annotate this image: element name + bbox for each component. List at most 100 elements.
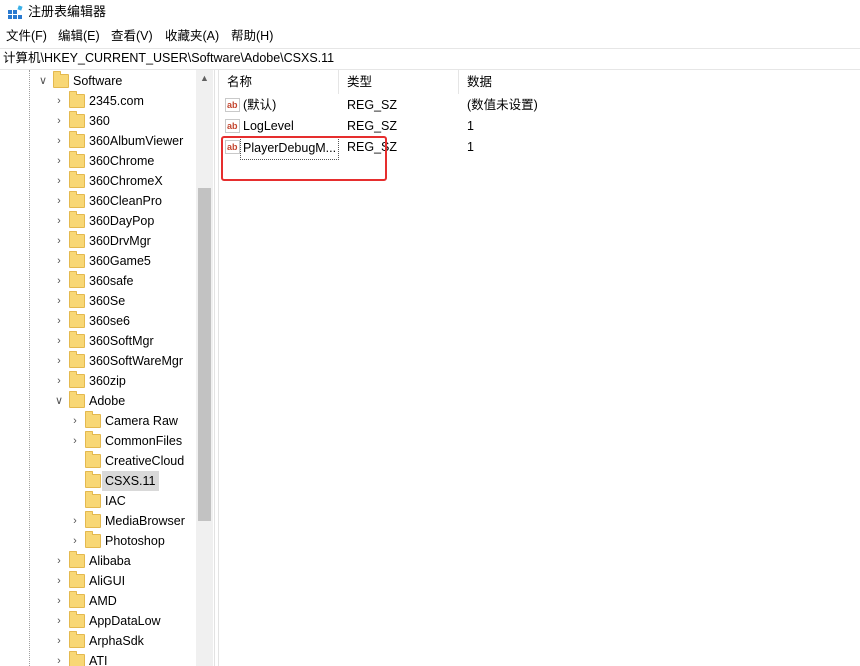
tree-node[interactable]: › 360Chrome [53,151,196,171]
folder-icon [69,591,85,608]
tree-node-label: ArphaSdk [89,634,144,648]
tree-node[interactable]: ∨ Adobe [53,391,196,411]
folder-icon [69,331,85,348]
tree-node-label: AppDataLow [89,614,161,628]
chevron-right-icon[interactable]: › [53,251,65,271]
folder-icon [69,211,85,228]
menu-favorites[interactable]: 收藏夹(A) [165,29,219,44]
chevron-right-icon[interactable]: › [53,151,65,171]
column-header-name[interactable]: 名称 [219,70,339,94]
tree-node[interactable]: › Alibaba [53,551,196,571]
tree-node[interactable]: › 360DrvMgr [53,231,196,251]
menu-edit[interactable]: 编辑(E) [58,29,100,44]
chevron-right-icon[interactable]: › [69,411,81,431]
tree-node[interactable]: › 360se6 [53,311,196,331]
chevron-right-icon[interactable]: › [53,351,65,371]
tree-node[interactable]: › 360zip [53,371,196,391]
tree-node[interactable]: › 360AlbumViewer [53,131,196,151]
folder-icon [69,631,85,648]
address-path[interactable]: 计算机\HKEY_CURRENT_USER\Software\Adobe\CSX… [3,51,334,66]
menu-bar: 文件(F) 编辑(E) 查看(V) 收藏夹(A) 帮助(H) [0,26,860,47]
chevron-right-icon[interactable]: › [53,651,65,666]
chevron-right-icon[interactable]: › [53,371,65,391]
chevron-right-icon[interactable]: › [53,311,65,331]
tree-node[interactable]: › MediaBrowser [69,511,196,531]
tree-node[interactable]: › Photoshop [69,531,196,551]
tree-node[interactable]: › ArphaSdk [53,631,196,651]
chevron-right-icon[interactable]: › [69,431,81,451]
tree-node[interactable]: IAC [69,491,196,511]
chevron-right-icon[interactable]: › [53,171,65,191]
chevron-right-icon[interactable]: › [53,591,65,611]
folder-icon [69,651,85,666]
chevron-right-icon[interactable]: › [53,331,65,351]
tree-node[interactable]: › AMD [53,591,196,611]
chevron-right-icon[interactable]: › [53,231,65,251]
chevron-right-icon[interactable]: › [53,551,65,571]
tree-node[interactable]: › 360SoftWareMgr [53,351,196,371]
folder-icon [69,191,85,208]
value-data: (数值未设置) [467,98,538,112]
tree-node[interactable]: › AppDataLow [53,611,196,631]
chevron-right-icon[interactable]: › [53,631,65,651]
string-value-icon: ab [225,119,240,133]
tree-node[interactable]: › 360 [53,111,196,131]
chevron-right-icon[interactable]: › [69,531,81,551]
tree-node-label: 360CleanPro [89,194,162,208]
address-bar[interactable]: 计算机\HKEY_CURRENT_USER\Software\Adobe\CSX… [0,48,860,70]
chevron-right-icon[interactable]: › [53,111,65,131]
tree-node[interactable]: › 2345.com [53,91,196,111]
chevron-right-icon[interactable]: › [53,271,65,291]
tree-node[interactable]: › CommonFiles [69,431,196,451]
value-row[interactable]: ab (默认) REG_SZ (数值未设置) [219,95,860,116]
tree-node[interactable]: › 360safe [53,271,196,291]
folder-icon [85,511,101,528]
folder-icon [69,111,85,128]
tree-node[interactable]: › 360Se [53,291,196,311]
chevron-right-icon[interactable]: › [53,291,65,311]
menu-view[interactable]: 查看(V) [111,29,153,44]
tree-node[interactable]: CreativeCloud [69,451,196,471]
tree-node-label: 360DayPop [89,214,155,228]
tree-guide-line [29,70,30,666]
tree-node[interactable]: › 360ChromeX [53,171,196,191]
chevron-right-icon[interactable]: › [53,211,65,231]
folder-icon [69,91,85,108]
column-header-data[interactable]: 数据 [459,70,619,94]
value-type: REG_SZ [347,119,398,133]
chevron-right-icon[interactable]: › [53,611,65,631]
menu-help[interactable]: 帮助(H) [231,29,273,44]
tree-node-label: Software [73,74,123,88]
tree-node[interactable]: › Camera Raw [69,411,196,431]
scroll-up-arrow-icon[interactable]: ▲ [196,70,213,87]
tree-node[interactable]: ∨ Software [37,71,196,91]
tree-node[interactable]: › ATI [53,651,196,666]
scroll-thumb[interactable] [198,188,211,521]
tree-node-label: AliGUI [89,574,126,588]
tree-node[interactable]: › 360CleanPro [53,191,196,211]
tree-node-label: 360SoftMgr [89,334,154,348]
tree-node-label: CreativeCloud [105,454,185,468]
tree-node[interactable]: › 360Game5 [53,251,196,271]
tree-pane[interactable]: ∨ Software › 2345.com › 360 › 360AlbumViewer › 36… [0,70,214,666]
registry-icon [8,5,23,19]
folder-icon [85,491,101,508]
menu-file[interactable]: 文件(F) [6,29,47,44]
tree-node[interactable]: › 360DayPop [53,211,196,231]
tree-node-label: 2345.com [89,94,144,108]
chevron-down-icon[interactable]: ∨ [37,71,49,91]
chevron-right-icon[interactable]: › [69,511,81,531]
folder-icon [85,431,101,448]
chevron-right-icon[interactable]: › [53,91,65,111]
tree-scrollbar[interactable]: ▲ [196,70,213,666]
column-header-type[interactable]: 类型 [339,70,459,94]
tree-node-label: AMD [89,594,117,608]
tree-node[interactable]: CSXS.11 [69,471,196,491]
chevron-right-icon[interactable]: › [53,131,65,151]
chevron-right-icon[interactable]: › [53,191,65,211]
chevron-right-icon[interactable]: › [53,571,65,591]
value-row[interactable]: ab LogLevel REG_SZ 1 [219,116,860,137]
chevron-down-icon[interactable]: ∨ [53,391,65,411]
tree-node[interactable]: › AliGUI [53,571,196,591]
tree-node[interactable]: › 360SoftMgr [53,331,196,351]
